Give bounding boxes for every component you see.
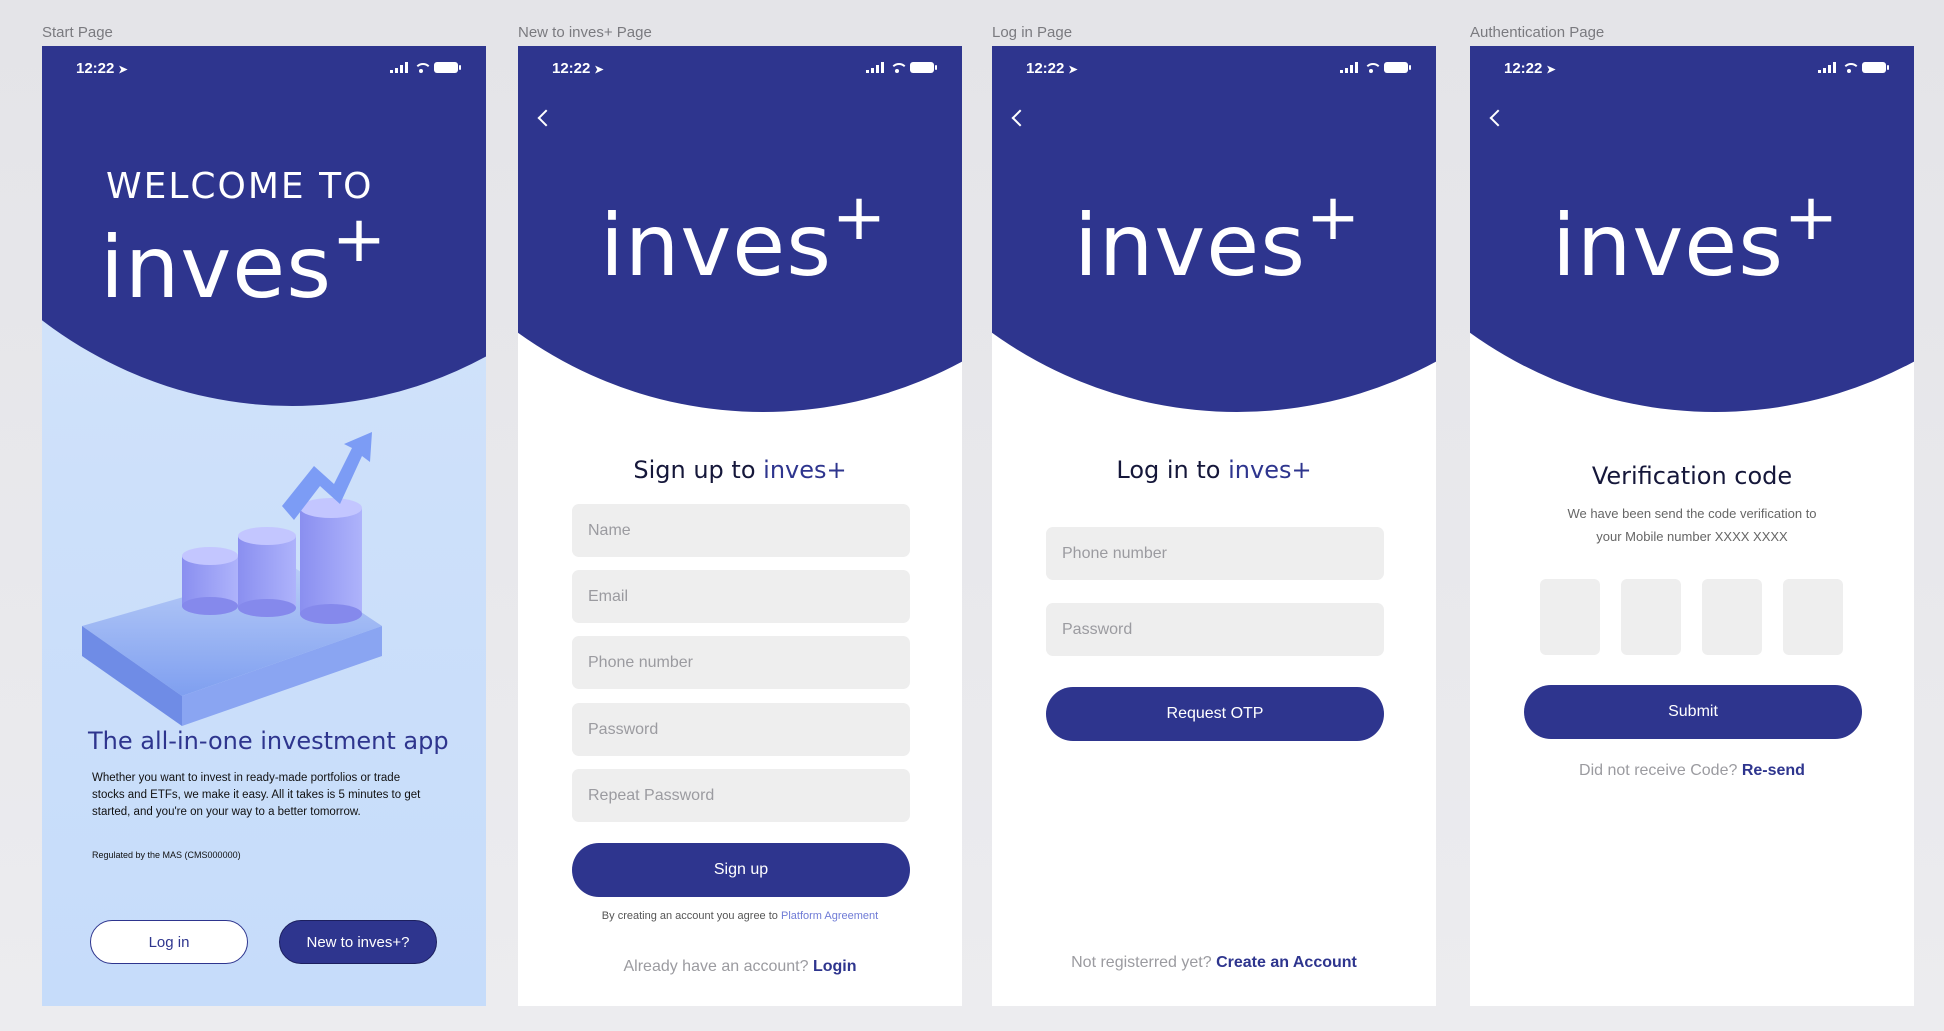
status-icons bbox=[390, 62, 461, 73]
password-field[interactable] bbox=[572, 703, 910, 756]
resend-link[interactable]: Re-send bbox=[1742, 762, 1805, 779]
submit-button[interactable]: Submit bbox=[1524, 685, 1862, 739]
name-field[interactable] bbox=[572, 504, 910, 557]
new-to-inves-button[interactable]: New to inves+? bbox=[279, 920, 437, 964]
wifi-icon bbox=[414, 62, 432, 73]
agreement-text: By creating an account you agree to Plat… bbox=[601, 910, 879, 922]
login-prompt: Already have an account? Login bbox=[623, 958, 857, 975]
login-link[interactable]: Login bbox=[813, 958, 857, 975]
wifi-icon bbox=[1364, 62, 1382, 73]
wifi-icon bbox=[890, 62, 908, 73]
wifi-icon bbox=[1842, 62, 1860, 73]
status-bar: 12:22 ➤ bbox=[518, 46, 962, 90]
status-icons bbox=[1340, 62, 1411, 73]
signup-screen: 12:22➤ inves+ Sign up to inves+ Sign up … bbox=[518, 46, 962, 1006]
otp-digit-2[interactable] bbox=[1621, 579, 1681, 655]
phone-field[interactable] bbox=[1046, 527, 1384, 580]
logo: inves+ bbox=[1552, 179, 1840, 296]
status-time: 12:22 ➤ bbox=[1026, 60, 1078, 77]
battery-icon bbox=[434, 62, 461, 73]
status-icons bbox=[866, 62, 937, 73]
coin-stack-2 bbox=[238, 527, 296, 617]
email-field[interactable] bbox=[572, 570, 910, 623]
logo: inves+ bbox=[1074, 179, 1362, 296]
status-bar: 12:22 ➤ bbox=[42, 46, 486, 90]
status-time: 12:22 ➤ bbox=[76, 60, 128, 77]
regulated-text: Regulated by the MAS (CMS000000) bbox=[92, 850, 241, 860]
description: Whether you want to invest in ready-made… bbox=[92, 772, 421, 818]
otp-digit-4[interactable] bbox=[1783, 579, 1843, 655]
verification-desc-line2: your Mobile number XXXX XXXX bbox=[1596, 529, 1788, 544]
battery-icon bbox=[1384, 62, 1411, 73]
resend-prompt: Did not receive Code? Re-send bbox=[1579, 762, 1805, 779]
verification-desc-line1: We have been send the code verification … bbox=[1567, 506, 1817, 521]
otp-digit-1[interactable] bbox=[1540, 579, 1600, 655]
login-screen: 12:22➤ inves+ Log in to inves+ Request O… bbox=[992, 46, 1436, 1006]
otp-digit-3[interactable] bbox=[1702, 579, 1762, 655]
logo: inves+ bbox=[600, 179, 888, 296]
signal-icon bbox=[866, 62, 884, 73]
create-account-link[interactable]: Create an Account bbox=[1216, 954, 1357, 971]
frame-label-signup: New to inves+ Page bbox=[518, 24, 652, 41]
platform-agreement-link[interactable]: Platform Agreement bbox=[781, 910, 878, 922]
status-bar: 12:22 ➤ bbox=[992, 46, 1436, 90]
start-screen: 12:22 ➤ WELCOME TO inves+ The all-in-one… bbox=[42, 46, 486, 1006]
login-button[interactable]: Log in bbox=[90, 920, 248, 964]
signal-icon bbox=[390, 62, 408, 73]
coin-stack-1 bbox=[182, 547, 238, 615]
frame-label-start: Start Page bbox=[42, 24, 113, 41]
frame-label-login: Log in Page bbox=[992, 24, 1073, 41]
signal-icon bbox=[1340, 62, 1358, 73]
page-title: Log in to inves+ bbox=[1116, 456, 1312, 484]
status-time: 12:22 ➤ bbox=[552, 60, 604, 77]
password-field[interactable] bbox=[1046, 603, 1384, 656]
coin-stack-3 bbox=[300, 498, 362, 624]
logo: inves+ bbox=[100, 201, 388, 318]
frame-label-auth: Authentication Page bbox=[1470, 24, 1605, 41]
status-time: 12:22 ➤ bbox=[1504, 60, 1556, 77]
page-title: Verification code bbox=[1591, 462, 1793, 490]
investment-illustration bbox=[82, 432, 382, 726]
signal-icon bbox=[1818, 62, 1836, 73]
status-icons bbox=[1818, 62, 1889, 73]
auth-screen: 12:22 ➤ inves+ Verification code We have … bbox=[1470, 46, 1914, 1006]
tagline: The all-in-one investment app bbox=[88, 727, 449, 755]
register-prompt: Not registerred yet? Create an Account bbox=[1071, 954, 1357, 971]
status-bar: 12:22 ➤ bbox=[1470, 46, 1914, 90]
signup-button[interactable]: Sign up bbox=[572, 843, 910, 897]
battery-icon bbox=[910, 62, 937, 73]
repeat-password-field[interactable] bbox=[572, 769, 910, 822]
page-title: Sign up to inves+ bbox=[633, 456, 847, 484]
request-otp-button[interactable]: Request OTP bbox=[1046, 687, 1384, 741]
phone-field[interactable] bbox=[572, 636, 910, 689]
welcome-text: WELCOME TO bbox=[106, 166, 374, 207]
battery-icon bbox=[1862, 62, 1889, 73]
